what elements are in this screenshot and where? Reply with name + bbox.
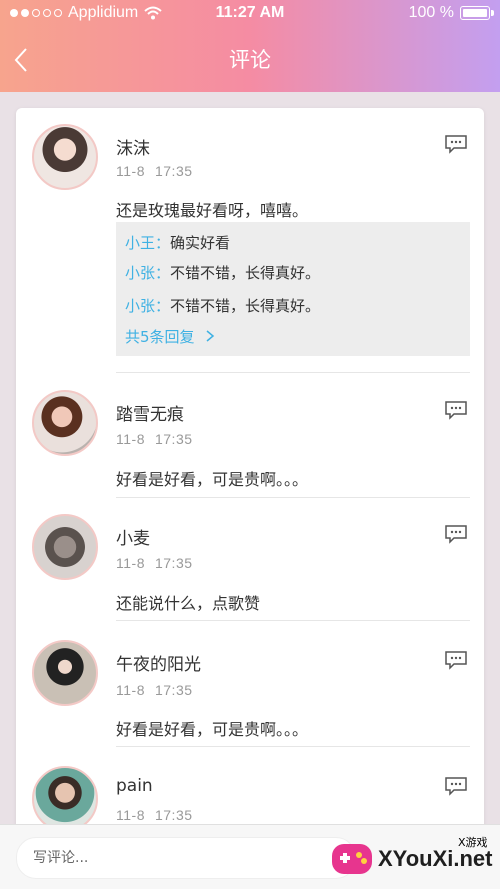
battery-icon [460, 6, 494, 20]
comment-list: 沫沫 11-8 17:35 还是玫瑰最好看呀，嘻嘻。 小王：确实好看 小张：不错不… [16, 108, 484, 889]
reply-icon[interactable] [444, 524, 468, 544]
reply-text: 不错不错，长得真好。 [170, 297, 321, 315]
avatar[interactable] [32, 390, 98, 456]
comment-time: 17:35 [154, 431, 193, 447]
reply-icon[interactable] [444, 650, 468, 670]
reply-text: 不错不错，长得真好。 [170, 264, 321, 282]
reply-icon[interactable] [444, 400, 468, 420]
comment-date: 11-8 [116, 555, 145, 571]
more-replies-label: 共5条回复 [125, 328, 195, 346]
reply-text: 确实好看 [170, 234, 231, 252]
reply-username[interactable]: 小张： [125, 264, 170, 282]
comment-username[interactable]: 踏雪无痕 [116, 400, 184, 425]
battery-percent: 100 % [408, 4, 454, 21]
comment-username[interactable]: 小麦 [116, 524, 150, 549]
reply-item: 小王：确实好看 [125, 232, 230, 253]
status-bar: Applidium 11:27 AM 100 % [0, 0, 500, 28]
comment-meta: 11-8 17:35 [116, 682, 193, 698]
divider [116, 372, 470, 373]
reply-item: 小张：不错不错，长得真好。 [125, 262, 320, 283]
comment-input[interactable]: 写评论... [16, 837, 356, 879]
comment-text: 好看是好看，可是贵啊。。。 [116, 470, 309, 489]
reply-item: 小张：不错不错，长得真好。 [125, 295, 320, 316]
avatar[interactable] [32, 124, 98, 190]
reply-list: 小王：确实好看 小张：不错不错，长得真好。 小张：不错不错，长得真好。 共5条回… [116, 222, 470, 356]
comment-username[interactable]: 午夜的阳光 [116, 650, 201, 675]
comment-text: 还是玫瑰最好看呀，嘻嘻。 [116, 201, 309, 220]
avatar[interactable] [32, 640, 98, 706]
comment-meta: 11-8 17:35 [116, 431, 193, 447]
comment-time: 17:35 [154, 555, 193, 571]
comment-time: 17:35 [154, 682, 193, 698]
comment-text: 还能说什么，点歌赞 [116, 594, 261, 613]
comment-time: 17:35 [154, 807, 193, 823]
header: Applidium 11:27 AM 100 % 评论 [0, 0, 500, 92]
divider [116, 497, 470, 498]
reply-icon[interactable] [444, 776, 468, 796]
avatar[interactable] [32, 766, 98, 832]
comment-text: 好看是好看，可是贵啊。。。 [116, 720, 309, 739]
comment-username[interactable]: pain [116, 776, 153, 796]
comment-username[interactable]: 沫沫 [116, 134, 150, 159]
reply-icon[interactable] [444, 134, 468, 154]
comment-meta: 11-8 17:35 [116, 807, 193, 823]
gamepad-logo-icon [332, 844, 372, 874]
comment-time: 17:35 [154, 163, 193, 179]
battery-status: 100 % [408, 4, 494, 22]
comment-date: 11-8 [116, 163, 145, 179]
divider [116, 746, 470, 747]
watermark: XYouXi.net X游戏 [330, 832, 496, 884]
comment-meta: 11-8 17:35 [116, 555, 193, 571]
page-title: 评论 [229, 48, 271, 72]
comment-date: 11-8 [116, 431, 145, 447]
avatar[interactable] [32, 514, 98, 580]
more-replies-link[interactable]: 共5条回复 [125, 326, 215, 347]
reply-username[interactable]: 小王： [125, 234, 170, 252]
divider [116, 620, 470, 621]
comment-date: 11-8 [116, 682, 145, 698]
chevron-right-icon [206, 330, 215, 342]
comment-meta: 11-8 17:35 [116, 163, 193, 179]
watermark-badge: X游戏 [458, 836, 488, 849]
comment-date: 11-8 [116, 807, 145, 823]
reply-username[interactable]: 小张： [125, 297, 170, 315]
